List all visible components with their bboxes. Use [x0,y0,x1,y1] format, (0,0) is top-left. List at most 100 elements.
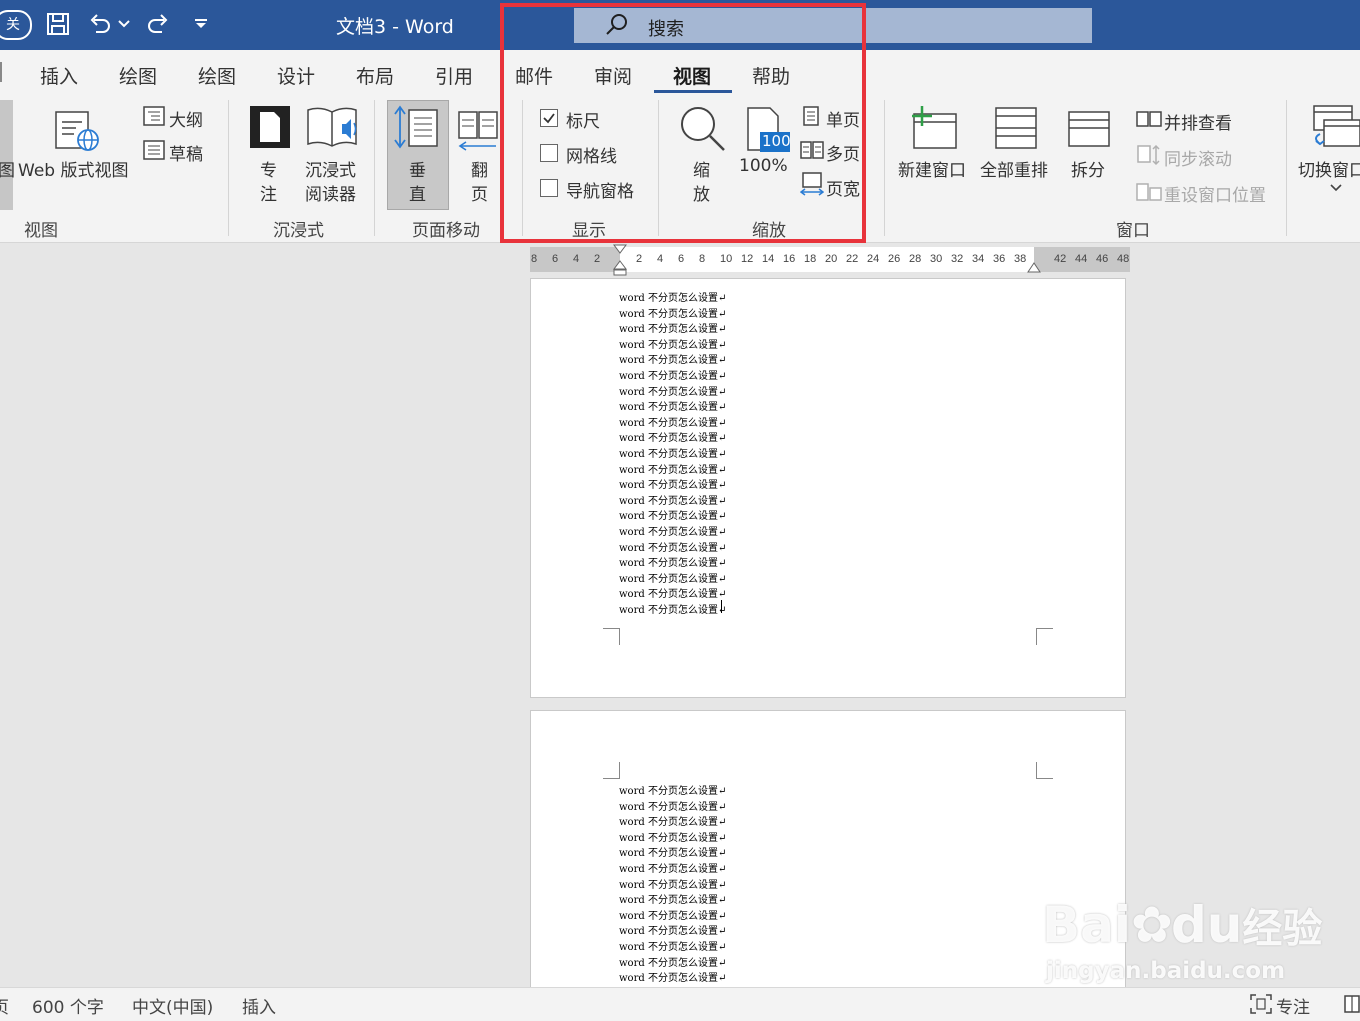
language-indicator[interactable]: 中文(中国) [132,993,213,1018]
document-line[interactable]: word 不分页怎么设置↵ [619,585,726,600]
document-line[interactable]: word 不分页怎么设置↵ [619,289,726,304]
ruler-tick-label: 30 [930,253,943,265]
ruler-tick-label: 38 [1014,253,1027,265]
document-line[interactable]: word 不分页怎么设置↵ [619,398,726,413]
draft-label[interactable]: 草稿 [169,140,203,165]
undo-icon[interactable] [88,12,112,36]
ruler-tick-label: 32 [951,253,964,265]
word-count[interactable]: 600 个字 [32,993,104,1018]
tab-draw-2[interactable]: 绘图 [198,62,236,89]
separator [374,100,375,236]
document-line[interactable]: word 不分页怎么设置↵ [619,367,726,382]
document-line[interactable]: word 不分页怎么设置↵ [619,969,726,984]
document-line[interactable]: word 不分页怎么设置↵ [619,492,726,507]
focus-status-label[interactable]: 专注 [1276,993,1310,1018]
margin-corner-mark [603,628,620,645]
switch-windows-label[interactable]: 切换窗口 [1298,156,1360,181]
document-line[interactable]: word 不分页怎么设置↵ [619,507,726,522]
group-immersive-label: 沉浸式 [273,221,324,241]
insert-mode-indicator[interactable]: 插入 [242,993,276,1018]
side-to-side-icon[interactable] [456,108,500,152]
document-line[interactable]: word 不分页怎么设置↵ [619,782,726,797]
customize-qat-icon[interactable] [194,18,208,30]
ruler-tick-label: 48 [1117,253,1130,265]
watermark-url: jingyan.baidu.com [1046,958,1286,984]
tab-references[interactable]: 引用 [435,62,473,89]
indent-markers-icon[interactable] [612,243,628,277]
document-line[interactable]: word 不分页怎么设置↵ [619,461,726,476]
document-line[interactable]: word 不分页怎么设置↵ [619,336,726,351]
outline-icon[interactable] [143,106,165,126]
new-window-icon[interactable] [906,104,958,150]
arrange-all-icon[interactable] [994,106,1038,150]
outline-label[interactable]: 大纲 [169,106,203,131]
document-line[interactable]: word 不分页怎么设置↵ [619,938,726,953]
split-label[interactable]: 拆分 [1071,156,1105,181]
document-line[interactable]: word 不分页怎么设置↵ [619,907,726,922]
document-line[interactable]: word 不分页怎么设置↵ [619,429,726,444]
view-side-by-side-icon[interactable] [1136,110,1162,128]
side-to-side-label-2[interactable]: 页 [471,180,488,205]
ruler-tick-label: 8 [531,253,538,265]
immersive-reader-icon[interactable] [306,104,358,150]
document-line[interactable]: word 不分页怎么设置↵ [619,476,726,491]
close-partial-button[interactable]: 关 [0,10,32,40]
immersive-reader-label-2[interactable]: 阅读器 [305,180,356,205]
web-layout-icon[interactable] [54,110,100,154]
document-line[interactable]: word 不分页怎么设置↵ [619,844,726,859]
new-window-label[interactable]: 新建窗口 [898,156,966,181]
switch-windows-icon[interactable] [1310,104,1360,152]
document-line[interactable]: word 不分页怎么设置↵ [619,539,726,554]
focus-mode-icon[interactable] [248,104,292,150]
arrange-all-label[interactable]: 全部重排 [980,156,1048,181]
split-icon[interactable] [1067,110,1111,150]
save-icon[interactable] [46,12,70,36]
page-indicator-partial[interactable]: 页 [0,993,9,1018]
document-line[interactable]: word 不分页怎么设置↵ [619,891,726,906]
view-side-by-side-label[interactable]: 并排查看 [1164,109,1232,134]
document-line[interactable]: word 不分页怎么设置↵ [619,601,726,616]
document-line[interactable]: word 不分页怎么设置↵ [619,414,726,429]
document-line[interactable]: word 不分页怎么设置↵ [619,860,726,875]
document-line[interactable]: word 不分页怎么设置↵ [619,954,726,969]
document-line[interactable]: word 不分页怎么设置↵ [619,523,726,538]
ruler-tick-label: 26 [888,253,901,265]
document-line[interactable]: word 不分页怎么设置↵ [619,554,726,569]
document-line[interactable]: word 不分页怎么设置↵ [619,320,726,335]
tab-design[interactable]: 设计 [277,62,315,89]
focus-icon[interactable] [1250,994,1272,1014]
document-line[interactable]: word 不分页怎么设置↵ [619,829,726,844]
tab-draw[interactable]: 绘图 [119,62,157,89]
document-line[interactable]: word 不分页怎么设置↵ [619,813,726,828]
read-mode-icon[interactable] [1344,995,1360,1013]
document-line[interactable]: word 不分页怎么设置↵ [619,922,726,937]
separator [1286,100,1287,236]
document-line[interactable]: word 不分页怎么设置↵ [619,798,726,813]
document-line[interactable]: word 不分页怎么设置↵ [619,876,726,891]
undo-dropdown-chevron-icon[interactable] [118,20,130,28]
separator [228,100,229,236]
text-cursor [721,600,722,613]
switch-windows-chevron-icon[interactable] [1330,184,1342,192]
web-layout-label[interactable]: Web 版式视图 [18,156,128,181]
immersive-reader-label-1[interactable]: 沉浸式 [305,156,356,181]
document-line[interactable]: word 不分页怎么设置↵ [619,570,726,585]
focus-label-2[interactable]: 注 [260,180,277,205]
tab-insert[interactable]: 插入 [40,62,78,89]
print-layout-button-partial[interactable] [0,100,13,210]
focus-label-1[interactable]: 专 [260,156,277,181]
tab-layout[interactable]: 布局 [356,62,394,89]
document-line[interactable]: word 不分页怎么设置↵ [619,383,726,398]
right-indent-marker-icon[interactable] [1027,262,1041,274]
ruler-tick-label: 2 [594,253,601,265]
draft-icon[interactable] [143,140,165,160]
document-line[interactable]: word 不分页怎么设置↵ [619,445,726,460]
watermark-paw-icon: ✿ [1131,896,1173,954]
redo-icon[interactable] [146,12,170,36]
document-line[interactable]: word 不分页怎么设置↵ [619,305,726,320]
side-to-side-label-1[interactable]: 翻 [471,156,488,181]
document-line[interactable]: word 不分页怎么设置↵ [619,351,726,366]
ruler-tick-label: 2 [636,253,643,265]
vertical-scroll-icon [394,105,438,149]
window-title: 文档3 - Word [336,16,454,38]
